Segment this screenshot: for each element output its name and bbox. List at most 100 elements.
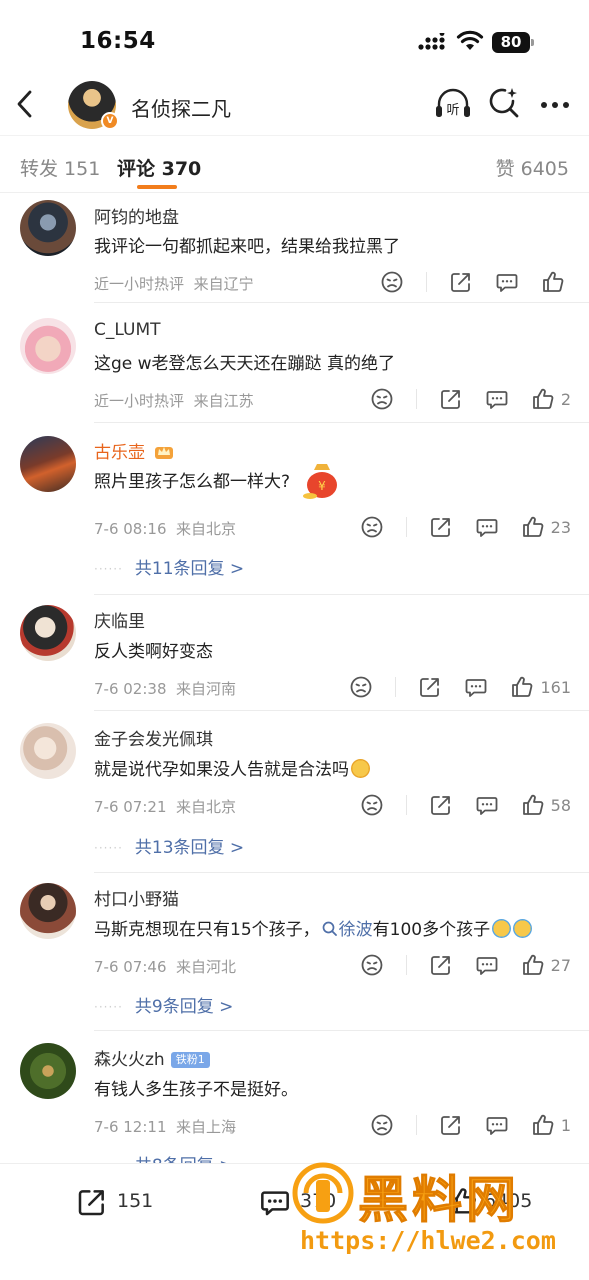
author-name[interactable]: 名侦探二凡 [131, 93, 231, 122]
comment-time: 7-6 07:21 [94, 798, 167, 816]
comment-username[interactable]: 森火火zh 铁粉1 [94, 1045, 210, 1070]
divider [94, 594, 589, 595]
mention-link[interactable]: 徐波 [320, 920, 373, 940]
dislike-icon[interactable] [360, 793, 384, 817]
smirk-emoji-icon [351, 759, 370, 778]
dislike-icon[interactable] [370, 1113, 394, 1137]
dislike-icon[interactable] [370, 387, 394, 411]
comment-time: 近一小时热评 [94, 275, 185, 293]
dislike-icon[interactable] [360, 953, 384, 977]
comment-location: 来自江苏 [193, 392, 254, 410]
comment-actions [380, 270, 571, 294]
comment-meta: 7-6 02:38 来自河南 [94, 678, 236, 699]
comment-username[interactable]: 村口小野猫 [94, 885, 179, 910]
view-replies-link[interactable]: ······ 共9条回复 > [94, 992, 233, 1017]
comment-actions: 1 [370, 1113, 571, 1137]
comment-time: 近一小时热评 [94, 392, 185, 410]
comment-meta: 近一小时热评 来自江苏 [94, 390, 254, 411]
like-icon[interactable] [510, 675, 534, 699]
svg-text:¥: ¥ [318, 479, 326, 493]
share-icon[interactable] [449, 270, 473, 294]
user-avatar[interactable] [20, 605, 76, 661]
dislike-icon[interactable] [380, 270, 404, 294]
comment-meta: 7-6 12:11 来自上海 [94, 1116, 236, 1137]
like-count: 23 [550, 517, 571, 537]
dislike-icon[interactable] [360, 515, 384, 539]
comment-text: 这ge w老登怎么天天还在蹦跶 真的绝了 [94, 354, 395, 374]
tab-likes[interactable]: 赞 6405 [496, 154, 569, 181]
view-replies-link[interactable]: ······ 共13条回复 > [94, 833, 244, 858]
share-icon[interactable] [429, 515, 453, 539]
share-icon[interactable] [418, 675, 442, 699]
search-ai-icon[interactable] [488, 87, 520, 119]
share-icon[interactable] [439, 1113, 463, 1137]
comment-username[interactable]: 庆临里 [94, 607, 145, 632]
like-icon[interactable] [541, 270, 565, 294]
comment-time: 7-6 08:16 [94, 520, 167, 538]
signal-icon [418, 33, 445, 50]
tab-repost[interactable]: 转发 151 [20, 154, 100, 181]
like-icon[interactable] [521, 953, 545, 977]
watermark-brand: 黑料网 [358, 1171, 520, 1230]
comment-username[interactable]: 金子会发光佩琪 [94, 725, 213, 750]
divider [94, 1030, 589, 1031]
comment-username[interactable]: C_LUMT [94, 320, 161, 340]
like-icon[interactable] [521, 515, 545, 539]
comment-location: 来自北京 [176, 798, 237, 816]
share-icon[interactable] [429, 953, 453, 977]
comment-text: 马斯克想现在只有15个孩子， 徐波有100多个孩子 [94, 915, 533, 940]
like-icon[interactable] [531, 1113, 555, 1137]
like-count: 2 [560, 389, 571, 409]
active-tab-indicator [137, 185, 177, 189]
tab-bar: 转发 151 评论 370 赞 6405 [0, 135, 589, 193]
comment-icon[interactable] [485, 387, 509, 411]
post-header: V 名侦探二凡 听 [0, 75, 589, 135]
user-avatar[interactable] [20, 436, 76, 492]
user-avatar[interactable] [20, 723, 76, 779]
comment-time: 7-6 07:46 [94, 958, 167, 976]
dislike-icon[interactable] [349, 675, 373, 699]
more-icon[interactable] [540, 101, 570, 109]
comment-icon[interactable] [258, 1186, 292, 1218]
svg-text:听: 听 [446, 103, 459, 118]
watermark-logo-icon [292, 1162, 354, 1224]
user-avatar[interactable] [20, 883, 76, 939]
share-icon[interactable] [429, 793, 453, 817]
user-avatar[interactable] [20, 318, 76, 374]
like-count: 161 [540, 677, 571, 697]
status-bar: 16:54 80 [0, 0, 589, 80]
listen-icon[interactable]: 听 [434, 87, 472, 121]
comment-text: 反人类啊好变态 [94, 642, 213, 662]
comment-location: 来自河北 [176, 958, 237, 976]
like-icon[interactable] [531, 387, 555, 411]
battery-indicator: 80 [492, 32, 534, 53]
comment-icon[interactable] [475, 793, 499, 817]
comment-icon[interactable] [464, 675, 488, 699]
comment-time: 7-6 02:38 [94, 680, 167, 698]
user-avatar[interactable] [20, 1043, 76, 1099]
laugh-cry-emoji-icon [513, 919, 533, 938]
repost-icon[interactable] [76, 1186, 108, 1218]
comment-icon[interactable] [485, 1113, 509, 1137]
comment-username[interactable]: 古乐壶 [94, 438, 174, 463]
comment-actions: 2 [370, 387, 571, 411]
comment-username[interactable]: 阿钧的地盘 [94, 203, 179, 228]
comment-location: 来自河南 [176, 680, 237, 698]
view-replies-link[interactable]: ······ 共11条回复 > [94, 554, 244, 579]
comment-location: 来自上海 [176, 1118, 237, 1136]
comment-icon[interactable] [475, 953, 499, 977]
divider [94, 872, 589, 873]
crown-badge-icon [155, 447, 174, 459]
share-icon[interactable] [439, 387, 463, 411]
back-icon[interactable] [12, 89, 38, 119]
user-avatar[interactable] [20, 200, 76, 256]
fan-badge: 铁粉1 [170, 1052, 210, 1068]
repost-count[interactable]: 151 [117, 1190, 153, 1212]
tab-comments[interactable]: 评论 370 [117, 154, 201, 181]
like-icon[interactable] [521, 793, 545, 817]
comment-icon[interactable] [475, 515, 499, 539]
comment-meta: 7-6 07:46 来自河北 [94, 956, 236, 977]
comment-icon[interactable] [495, 270, 519, 294]
watermark-url: https://hlwe2.com [300, 1226, 556, 1255]
verified-badge-icon: V [101, 112, 119, 130]
